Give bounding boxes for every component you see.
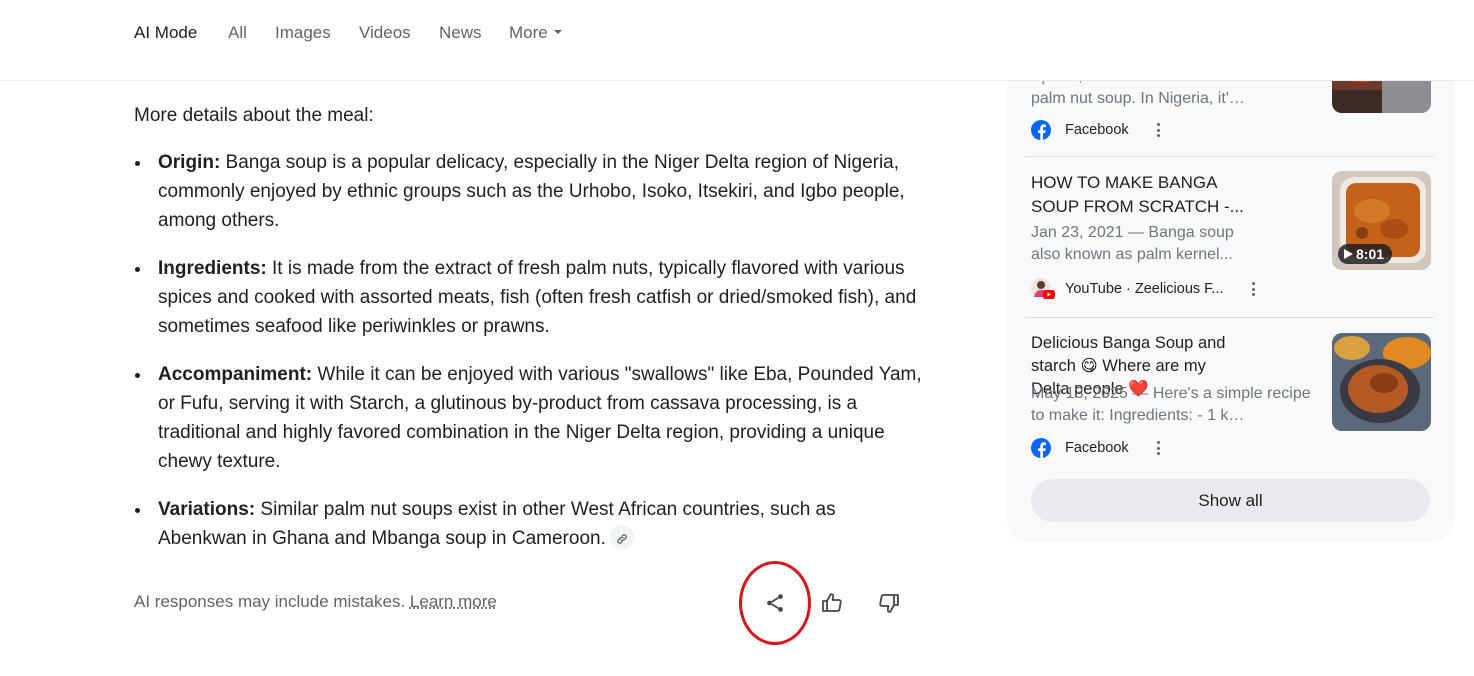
thumbs-up-button[interactable] xyxy=(817,588,847,618)
ai-response: More details about the meal: Origin: Ban… xyxy=(134,100,924,572)
video-duration-badge: 8:01 xyxy=(1338,244,1393,264)
card-snippet-line-2: also known as palm kernel... xyxy=(1031,246,1233,263)
tab-images[interactable]: Images xyxy=(275,23,331,43)
share-icon xyxy=(767,594,783,612)
divider xyxy=(1025,156,1434,157)
thumbs-down-button[interactable] xyxy=(874,588,904,618)
item-text: Similar palm nut soups exist in other We… xyxy=(158,499,836,549)
more-options-icon[interactable] xyxy=(1149,438,1169,458)
card-snippet-line-1: Jan 23, 2021 — Banga soup xyxy=(1031,224,1234,241)
tab-ai-mode[interactable]: AI Mode xyxy=(134,23,197,43)
disclaimer-text: AI responses may include mistakes. xyxy=(134,592,406,611)
soup-image-icon xyxy=(1332,333,1431,431)
item-text: It is made from the extract of fresh pal… xyxy=(158,258,917,337)
video-duration: 8:01 xyxy=(1356,246,1385,262)
source-name: YouTube · Zeelicious F... xyxy=(1065,281,1224,297)
item-term: Origin: xyxy=(158,152,221,173)
source-card-facebook-2[interactable]: Delicious Banga Soup and starch 😋 Where … xyxy=(1031,332,1431,462)
more-options-icon[interactable] xyxy=(1149,120,1169,140)
facebook-icon xyxy=(1031,438,1051,458)
card-snippet-line-1: May 13, 2025 — Here's a simple recipe xyxy=(1031,385,1311,402)
thumbs-down-icon xyxy=(879,594,899,613)
card-title: HOW TO MAKE BANGA SOUP FROM SCRATCH -... xyxy=(1031,173,1244,216)
card-snippet-line-2: palm nut soup. In Nigeria, it's called..… xyxy=(1031,90,1246,107)
more-options-icon[interactable] xyxy=(1244,279,1264,299)
card-source: YouTube · Zeelicious F... xyxy=(1031,278,1264,300)
avatar-icon xyxy=(1031,278,1055,299)
list-item: Ingredients: It is made from the extract… xyxy=(134,254,924,341)
source-card-youtube[interactable]: HOW TO MAKE BANGA SOUP FROM SCRATCH -...… xyxy=(1031,171,1431,301)
list-item: Variations: Similar palm nut soups exist… xyxy=(134,495,924,553)
card-source: Facebook xyxy=(1031,120,1169,140)
share-button[interactable] xyxy=(760,588,790,618)
link-icon xyxy=(617,534,627,544)
thumbs-up-icon xyxy=(822,593,842,612)
item-text: Banga soup is a popular delicacy, especi… xyxy=(158,152,905,231)
caret-down-icon xyxy=(553,29,562,34)
channel-avatar xyxy=(1031,278,1055,300)
show-all-button[interactable]: Show all xyxy=(1031,479,1430,522)
item-term: Ingredients: xyxy=(158,258,267,279)
play-icon xyxy=(1344,249,1353,259)
item-term: Variations: xyxy=(158,499,256,520)
divider xyxy=(1025,317,1434,318)
search-mode-tabs: AI Mode All Images Videos News More xyxy=(0,0,1474,81)
item-term: Accompaniment: xyxy=(158,364,313,385)
video-thumbnail[interactable]: 8:01 xyxy=(1332,171,1431,270)
source-name: Facebook xyxy=(1065,122,1129,138)
section-heading: More details about the meal: xyxy=(134,105,374,126)
source-name: Facebook xyxy=(1065,440,1129,456)
sources-panel: Apr 21, 2025 — In Ghana we call it palm … xyxy=(1007,40,1454,542)
tab-videos[interactable]: Videos xyxy=(359,23,411,43)
source-link-button[interactable] xyxy=(609,524,634,549)
card-snippet-line-2: to make it: Ingredients: - 1 kg meat... xyxy=(1031,407,1246,424)
card-source: Facebook xyxy=(1031,438,1169,458)
tab-all[interactable]: All xyxy=(228,23,247,43)
disclaimer: AI responses may include mistakes. Learn… xyxy=(134,592,497,612)
tab-news[interactable]: News xyxy=(439,23,482,43)
response-footer: AI responses may include mistakes. Learn… xyxy=(134,588,914,618)
facebook-icon xyxy=(1031,120,1051,140)
list-item: Accompaniment: While it can be enjoyed w… xyxy=(134,360,924,476)
tab-more-label: More xyxy=(509,23,548,42)
tab-more[interactable]: More xyxy=(509,23,562,43)
details-list: Origin: Banga soup is a popular delicacy… xyxy=(134,148,924,553)
learn-more-link[interactable]: Learn more xyxy=(410,592,497,611)
card-thumbnail xyxy=(1332,333,1431,431)
list-item: Origin: Banga soup is a popular delicacy… xyxy=(134,148,924,235)
